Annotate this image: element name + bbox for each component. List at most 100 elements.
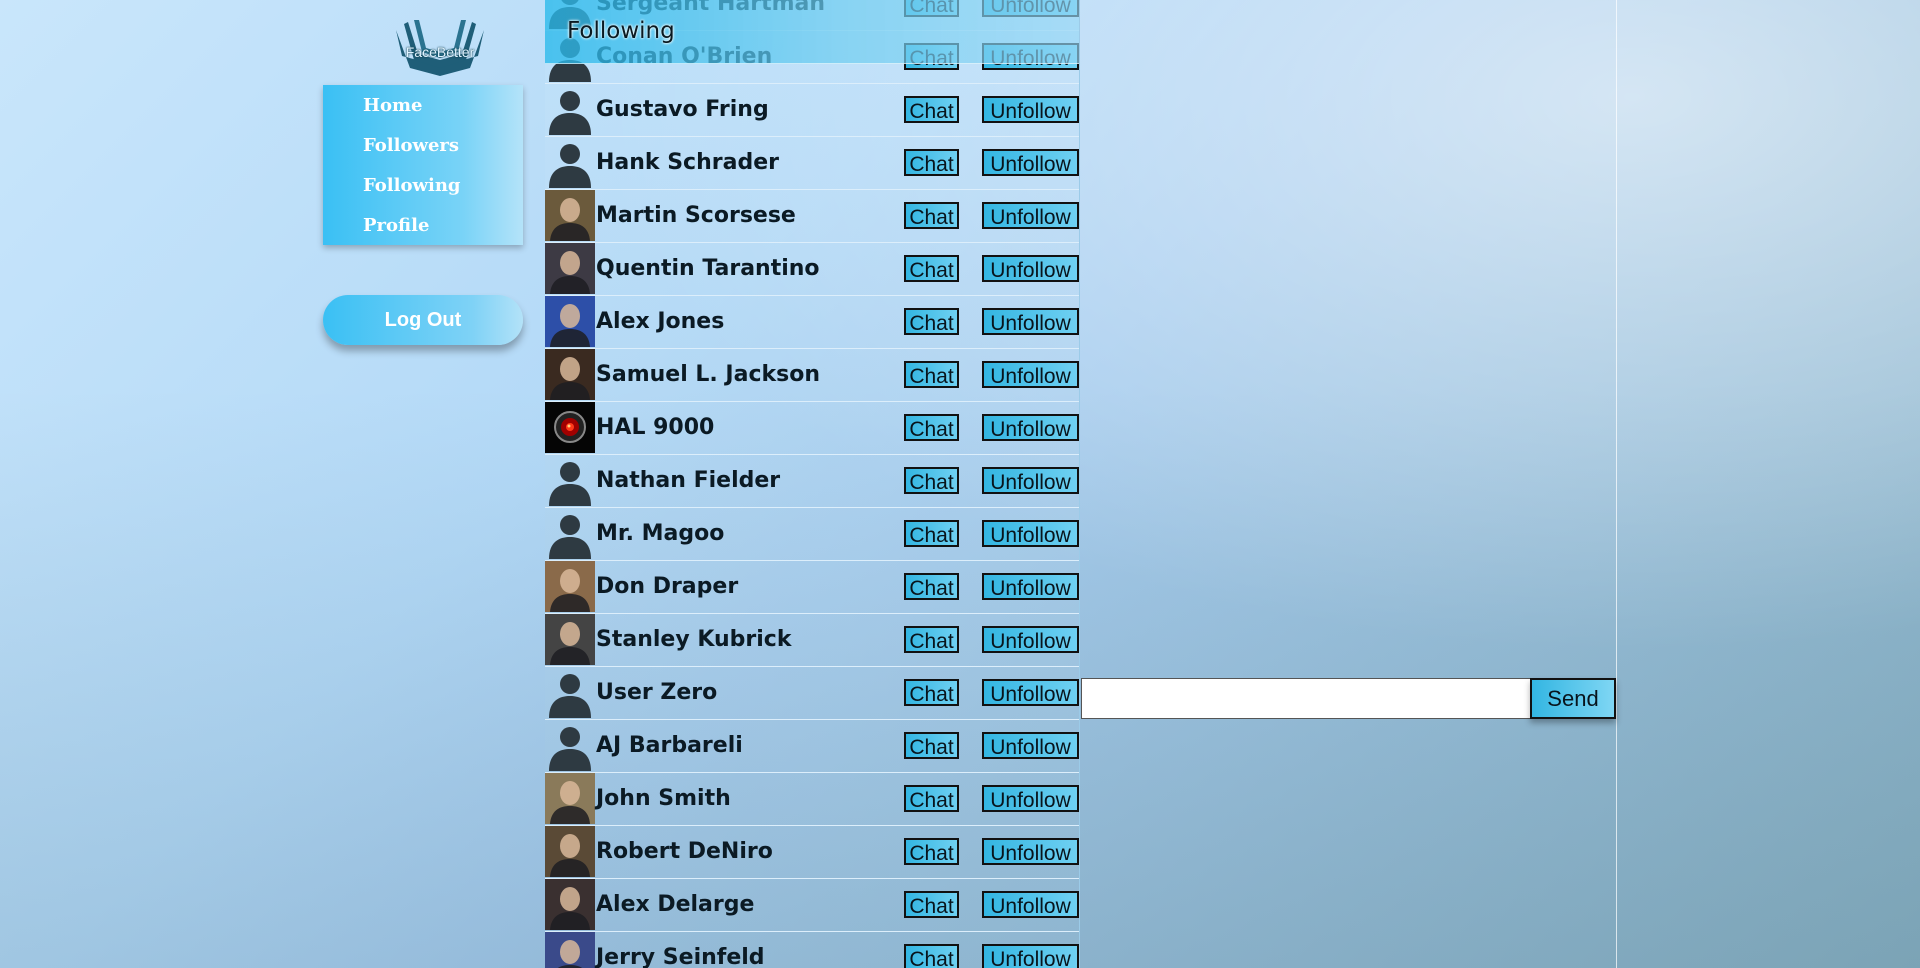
chat-button[interactable]: Chat: [904, 308, 959, 335]
following-row: Quentin Tarantino Chat Unfollow: [545, 243, 1079, 296]
unfollow-button[interactable]: Unfollow: [982, 838, 1079, 865]
unfollow-button[interactable]: Unfollow: [982, 96, 1079, 123]
avatar[interactable]: [545, 826, 595, 877]
user-name[interactable]: Mr. Magoo: [596, 508, 724, 560]
unfollow-button[interactable]: Unfollow: [982, 202, 1079, 229]
send-button[interactable]: Send: [1530, 678, 1616, 719]
avatar[interactable]: [545, 773, 595, 824]
following-row: Robert DeNiro Chat Unfollow: [545, 826, 1079, 879]
chat-button[interactable]: Chat: [904, 732, 959, 759]
chat-button[interactable]: Chat: [904, 626, 959, 653]
default-avatar-icon[interactable]: [545, 455, 595, 506]
default-avatar-icon[interactable]: [545, 84, 595, 135]
chat-button[interactable]: Chat: [904, 520, 959, 547]
user-name[interactable]: Jerry Seinfeld: [596, 932, 765, 968]
following-row: John Smith Chat Unfollow: [545, 773, 1079, 826]
chat-button[interactable]: Chat: [904, 573, 959, 600]
following-row: Nathan Fielder Chat Unfollow: [545, 455, 1079, 508]
chat-area: [1080, 0, 1617, 968]
unfollow-button[interactable]: Unfollow: [982, 520, 1079, 547]
following-row: Gustavo Fring Chat Unfollow: [545, 84, 1079, 137]
user-name[interactable]: AJ Barbareli: [596, 720, 743, 772]
nav-item-following[interactable]: Following: [323, 165, 523, 205]
unfollow-button[interactable]: Unfollow: [982, 891, 1079, 918]
unfollow-button[interactable]: Unfollow: [982, 785, 1079, 812]
nav-item-profile[interactable]: Profile: [323, 205, 523, 245]
avatar[interactable]: [545, 296, 595, 347]
chat-button[interactable]: Chat: [904, 96, 959, 123]
user-name[interactable]: HAL 9000: [596, 402, 714, 454]
nav-item-home[interactable]: Home: [323, 85, 523, 125]
user-name[interactable]: Nathan Fielder: [596, 455, 780, 507]
user-name[interactable]: Gustavo Fring: [596, 84, 769, 136]
avatar[interactable]: [545, 190, 595, 241]
user-name[interactable]: Quentin Tarantino: [596, 243, 820, 295]
unfollow-button[interactable]: Unfollow: [982, 149, 1079, 176]
logout-button[interactable]: Log Out: [323, 295, 523, 345]
user-name[interactable]: Stanley Kubrick: [596, 614, 791, 666]
chat-button[interactable]: Chat: [904, 414, 959, 441]
chat-button[interactable]: Chat: [904, 202, 959, 229]
default-avatar-icon[interactable]: [545, 137, 595, 188]
user-name[interactable]: John Smith: [596, 773, 731, 825]
avatar[interactable]: [545, 349, 595, 400]
chat-button[interactable]: Chat: [904, 785, 959, 812]
avatar[interactable]: [545, 879, 595, 930]
unfollow-button[interactable]: Unfollow: [982, 361, 1079, 388]
unfollow-button[interactable]: Unfollow: [982, 414, 1079, 441]
unfollow-button[interactable]: Unfollow: [982, 732, 1079, 759]
user-name[interactable]: Alex Jones: [596, 296, 724, 348]
following-row: Don Draper Chat Unfollow: [545, 561, 1079, 614]
unfollow-button[interactable]: Unfollow: [982, 255, 1079, 282]
following-row: AJ Barbareli Chat Unfollow: [545, 720, 1079, 773]
chat-message-input[interactable]: [1081, 678, 1531, 719]
following-row: User Zero Chat Unfollow: [545, 667, 1079, 720]
unfollow-button[interactable]: Unfollow: [982, 626, 1079, 653]
facebetter-logo[interactable]: FaceBetter: [390, 20, 490, 78]
following-row: Jerry Seinfeld Chat Unfollow: [545, 932, 1079, 968]
page-title: Following: [567, 18, 675, 44]
hal-9000-avatar[interactable]: [545, 402, 595, 453]
following-list: Sergeant HartmanChatUnfollowConan O'Brie…: [545, 0, 1079, 968]
unfollow-button[interactable]: Unfollow: [982, 467, 1079, 494]
logo-text: FaceBetter: [405, 44, 475, 60]
avatar[interactable]: [545, 932, 595, 968]
unfollow-button[interactable]: Unfollow: [982, 679, 1079, 706]
avatar[interactable]: [545, 243, 595, 294]
user-name[interactable]: Martin Scorsese: [596, 190, 796, 242]
unfollow-button[interactable]: Unfollow: [982, 308, 1079, 335]
following-row: Alex Delarge Chat Unfollow: [545, 879, 1079, 932]
unfollow-button[interactable]: Unfollow: [982, 573, 1079, 600]
chat-button[interactable]: Chat: [904, 255, 959, 282]
default-avatar-icon[interactable]: [545, 720, 595, 771]
default-avatar-icon[interactable]: [545, 667, 595, 718]
following-row: Samuel L. Jackson Chat Unfollow: [545, 349, 1079, 402]
user-name[interactable]: Alex Delarge: [596, 879, 754, 931]
following-row: Hank Schrader Chat Unfollow: [545, 137, 1079, 190]
chat-button[interactable]: Chat: [904, 361, 959, 388]
following-header: Following: [545, 0, 1079, 64]
user-name[interactable]: Don Draper: [596, 561, 738, 613]
following-row: Mr. Magoo Chat Unfollow: [545, 508, 1079, 561]
chat-button[interactable]: Chat: [904, 838, 959, 865]
chat-button[interactable]: Chat: [904, 891, 959, 918]
following-row: Alex Jones Chat Unfollow: [545, 296, 1079, 349]
user-name[interactable]: Robert DeNiro: [596, 826, 773, 878]
user-name[interactable]: User Zero: [596, 667, 717, 719]
chat-button[interactable]: Chat: [904, 467, 959, 494]
default-avatar-icon[interactable]: [545, 508, 595, 559]
chat-button[interactable]: Chat: [904, 679, 959, 706]
following-row: Martin Scorsese Chat Unfollow: [545, 190, 1079, 243]
following-row: Stanley Kubrick Chat Unfollow: [545, 614, 1079, 667]
user-name[interactable]: Samuel L. Jackson: [596, 349, 820, 401]
chat-button[interactable]: Chat: [904, 944, 959, 968]
chat-button[interactable]: Chat: [904, 149, 959, 176]
user-name[interactable]: Hank Schrader: [596, 137, 779, 189]
unfollow-button[interactable]: Unfollow: [982, 944, 1079, 968]
main-nav: Home Followers Following Profile: [323, 85, 523, 245]
following-panel: Sergeant HartmanChatUnfollowConan O'Brie…: [545, 0, 1080, 968]
avatar[interactable]: [545, 561, 595, 612]
nav-item-followers[interactable]: Followers: [323, 125, 523, 165]
avatar[interactable]: [545, 614, 595, 665]
following-row: HAL 9000 Chat Unfollow: [545, 402, 1079, 455]
